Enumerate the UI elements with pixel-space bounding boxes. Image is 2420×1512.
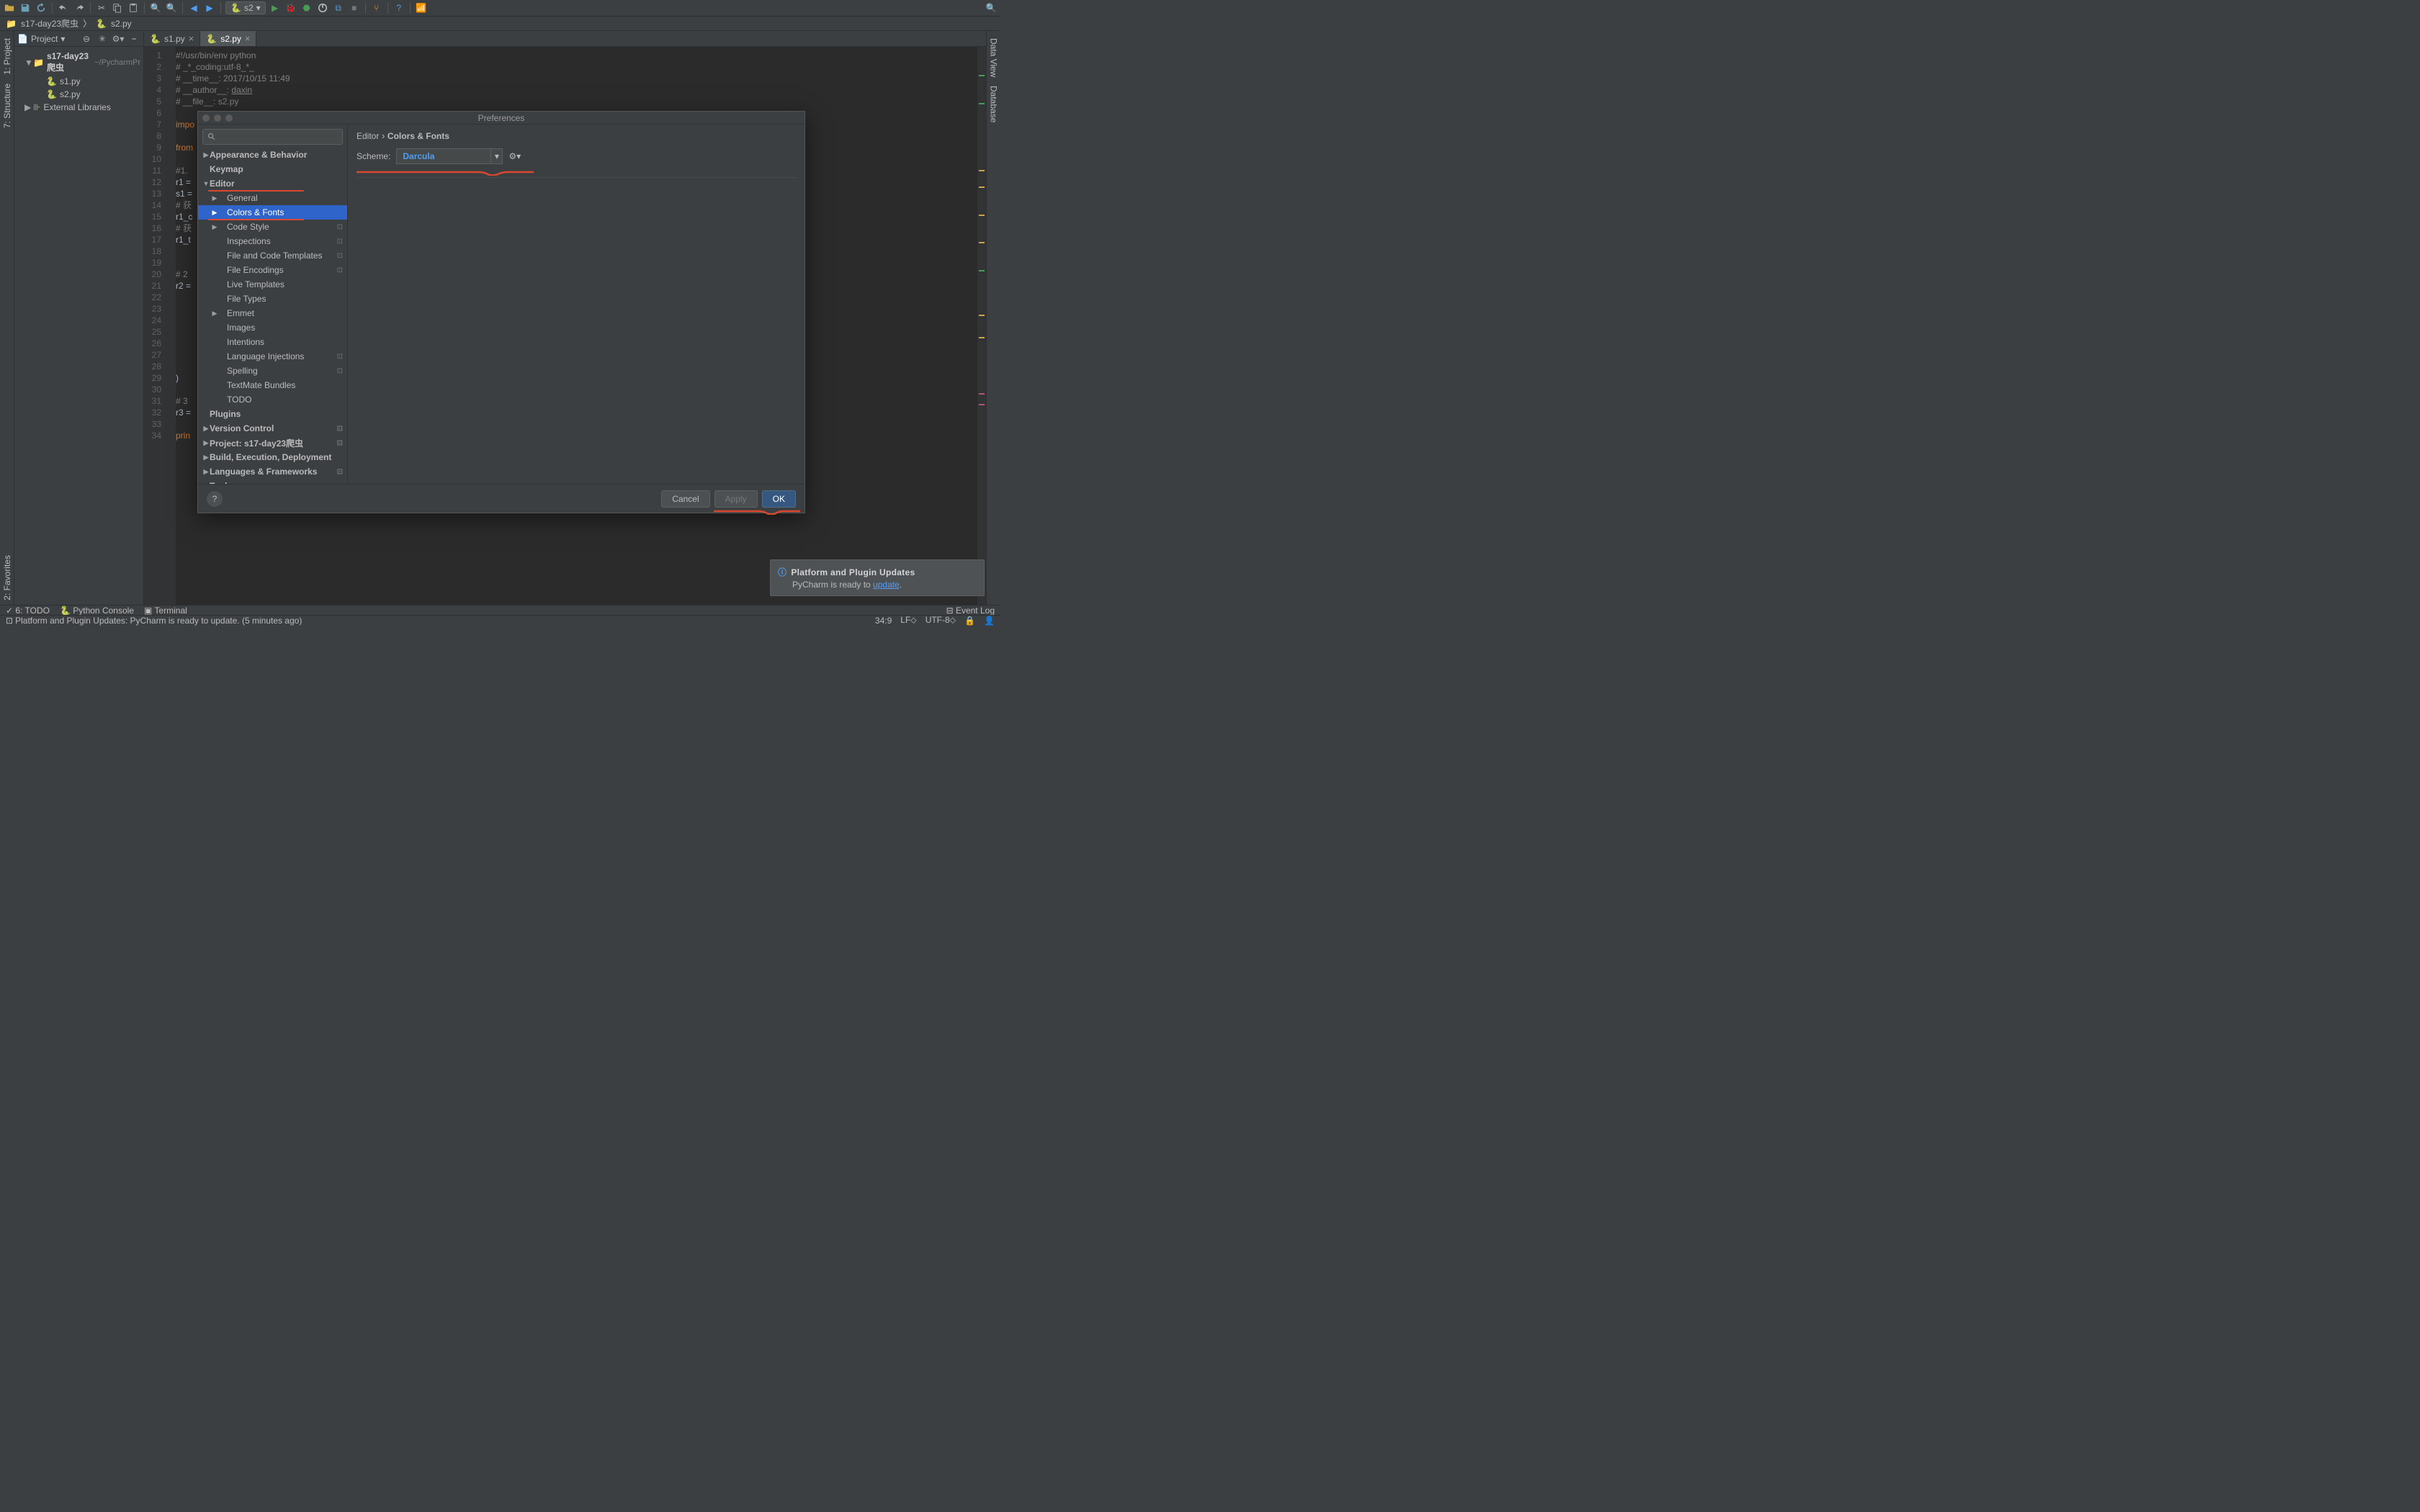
settings-tree-item[interactable]: File Encodings⊡ [198, 263, 347, 277]
settings-tree-item[interactable]: ▶Tools [198, 479, 347, 484]
settings-tree-item[interactable]: Live Templates [198, 277, 347, 292]
settings-tree-item[interactable]: ▶Colors & Fonts [198, 205, 347, 220]
notification-balloon[interactable]: ⓘPlatform and Plugin Updates PyCharm is … [770, 559, 985, 596]
scheme-gear-icon[interactable]: ⚙▾ [508, 151, 521, 161]
caret-position[interactable]: 34:9 [875, 616, 892, 626]
annotation-underline [357, 170, 534, 176]
settings-tree-item[interactable]: Keymap [198, 162, 347, 176]
help-button[interactable]: ? [207, 491, 223, 507]
dialog-titlebar[interactable]: Preferences [198, 112, 805, 125]
settings-tree-item[interactable]: ▶Code Style⊡ [198, 220, 347, 234]
settings-tree-item[interactable]: ▶Emmet [198, 306, 347, 320]
scheme-label: Scheme: [357, 151, 390, 161]
status-message: Platform and Plugin Updates: PyCharm is … [15, 616, 302, 626]
preferences-dialog: Preferences ▶Appearance & BehaviorKeymap… [197, 111, 805, 513]
modal-overlay: Preferences ▶Appearance & BehaviorKeymap… [0, 0, 1000, 625]
hector-icon[interactable]: 👤 [984, 616, 995, 626]
settings-tree-item[interactable]: File Types [198, 292, 347, 306]
ok-button[interactable]: OK [762, 490, 796, 508]
settings-tree-item[interactable]: Spelling⊡ [198, 364, 347, 378]
settings-tree-item[interactable]: File and Code Templates⊡ [198, 248, 347, 263]
terminal-tool-tab[interactable]: ▣ Terminal [144, 606, 187, 616]
settings-content: Editor › Colors & Fonts Scheme: Darcula … [348, 125, 805, 484]
cancel-button[interactable]: Cancel [661, 490, 709, 508]
settings-tree-item[interactable]: ▶Build, Execution, Deployment [198, 450, 347, 464]
annotation-underline [714, 509, 800, 515]
event-log-tool-tab[interactable]: ⊟ Event Log [946, 606, 995, 616]
status-bar: ⊡ Platform and Plugin Updates: PyCharm i… [0, 615, 1000, 625]
settings-breadcrumb: Editor › Colors & Fonts [357, 130, 796, 141]
settings-tree-item[interactable]: ▶Project: s17-day23爬虫⊡ [198, 436, 347, 450]
todo-tool-tab[interactable]: ✓ 6: TODO [6, 606, 50, 616]
settings-tree-item[interactable]: ▶Version Control⊡ [198, 421, 347, 436]
lock-icon[interactable]: 🔒 [964, 616, 975, 626]
settings-tree-item[interactable]: TextMate Bundles [198, 378, 347, 392]
dialog-footer: ? Cancel Apply OK [198, 484, 805, 513]
settings-tree-item[interactable]: Images [198, 320, 347, 335]
settings-tree[interactable]: ▶Appearance & BehaviorKeymap▼Editor▶Gene… [198, 148, 347, 484]
settings-tree-item[interactable]: ▶General [198, 191, 347, 205]
settings-search[interactable] [202, 129, 343, 145]
notification-title: Platform and Plugin Updates [791, 567, 915, 577]
python-console-tool-tab[interactable]: 🐍 Python Console [60, 606, 134, 616]
apply-button[interactable]: Apply [714, 490, 758, 508]
dialog-title: Preferences [478, 113, 525, 123]
info-icon: ⓘ [778, 566, 786, 578]
dropdown-arrow-icon[interactable]: ▾ [490, 149, 502, 163]
settings-tree-item[interactable]: Language Injections⊡ [198, 349, 347, 364]
settings-tree-item[interactable]: Plugins [198, 407, 347, 421]
settings-tree-item[interactable]: TODO [198, 392, 347, 407]
line-separator[interactable]: LF⬦ [900, 615, 916, 626]
update-link[interactable]: update [873, 580, 900, 590]
search-icon [207, 132, 216, 141]
settings-tree-item[interactable]: Inspections⊡ [198, 234, 347, 248]
scheme-value: Darcula [397, 149, 490, 163]
settings-tree-item[interactable]: ▶Languages & Frameworks⊡ [198, 464, 347, 479]
window-controls[interactable] [202, 114, 233, 122]
search-input[interactable] [219, 132, 338, 142]
status-icon[interactable]: ⊡ [6, 616, 13, 626]
settings-tree-item[interactable]: ▶Appearance & Behavior [198, 148, 347, 162]
file-encoding[interactable]: UTF-8⬦ [926, 615, 956, 626]
scheme-dropdown[interactable]: Darcula ▾ [396, 148, 503, 164]
bottom-tool-stripe: ✓ 6: TODO 🐍 Python Console ▣ Terminal ⊟ … [0, 605, 1000, 615]
settings-tree-item[interactable]: ▼Editor [198, 176, 347, 191]
settings-tree-item[interactable]: Intentions [198, 335, 347, 349]
settings-tree-panel: ▶Appearance & BehaviorKeymap▼Editor▶Gene… [198, 125, 348, 484]
